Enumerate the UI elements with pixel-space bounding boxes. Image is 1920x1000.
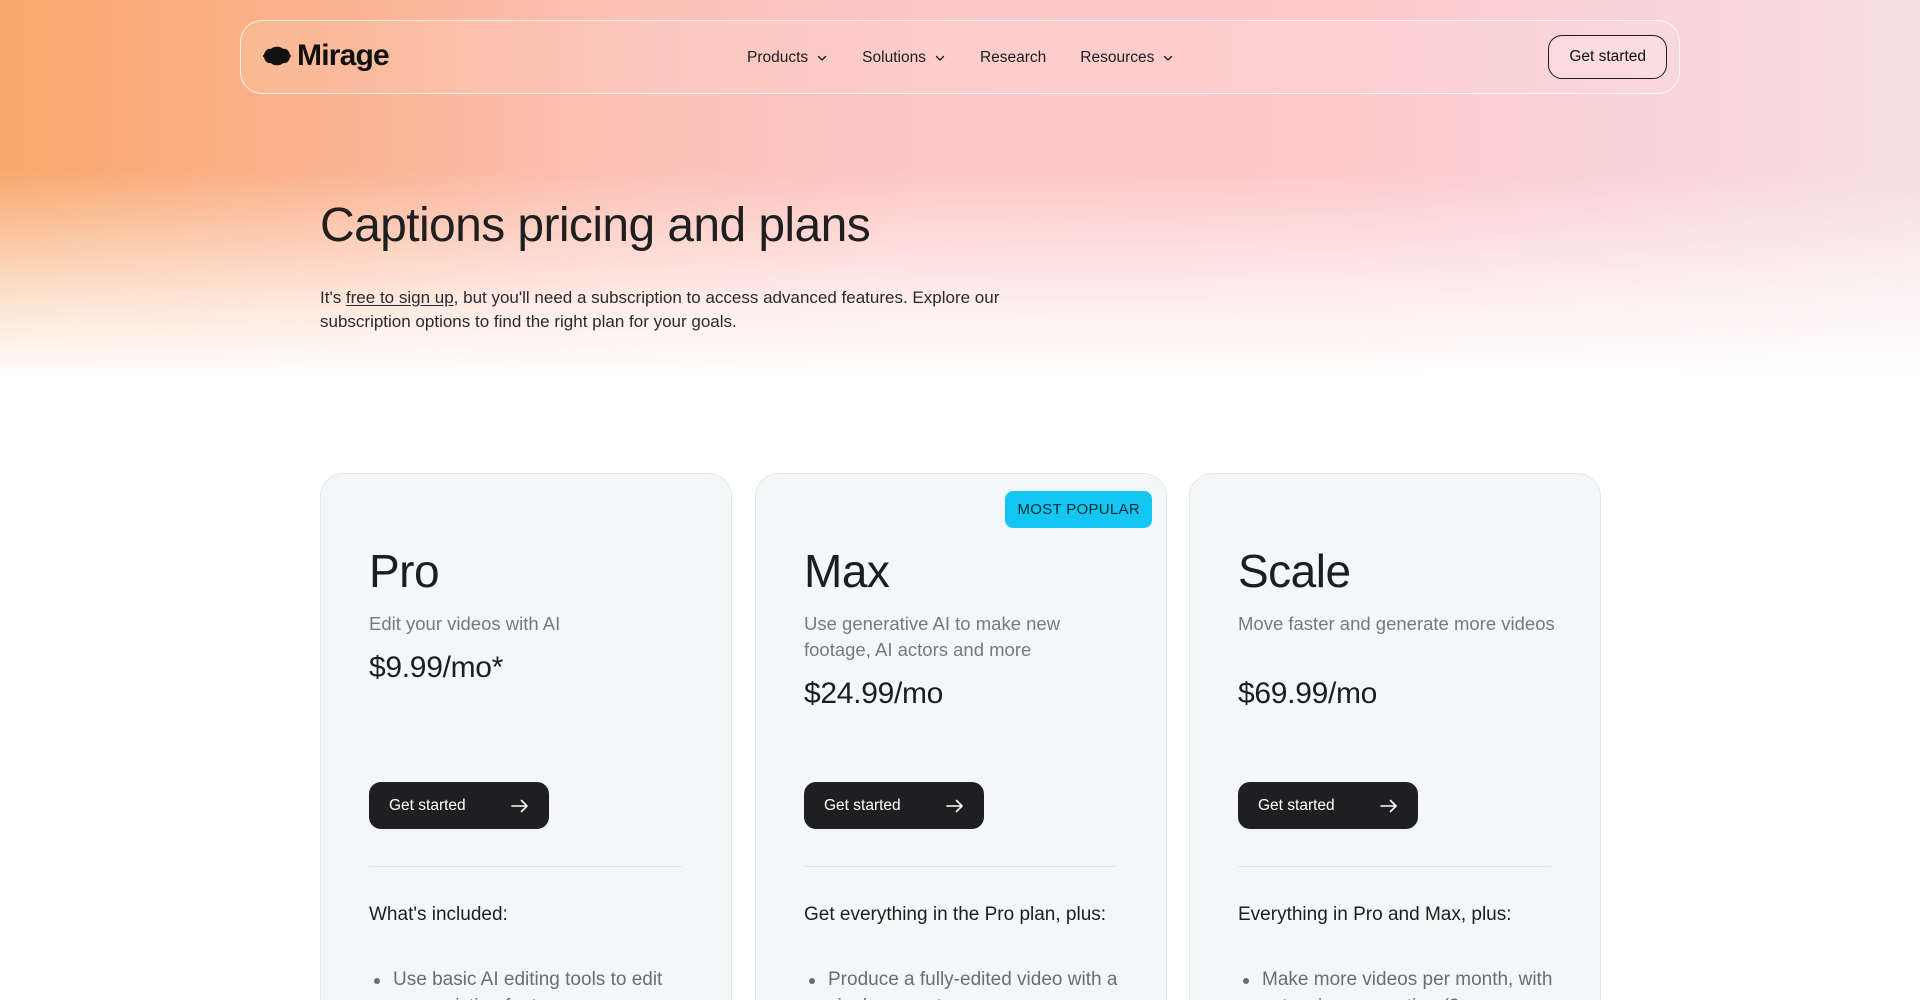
page-title: Captions pricing and plans [320, 199, 871, 252]
arrow-right-icon [1380, 799, 1397, 812]
plan-price: $9.99/mo* [369, 651, 504, 684]
get-started-button-pro[interactable]: Get started [369, 782, 549, 829]
subtitle-prefix: It's [320, 288, 346, 307]
included-title: What's included: [369, 904, 508, 925]
free-signup-link[interactable]: free to sign up [346, 288, 454, 307]
feature-item: Use basic AI editing tools to edit your … [369, 966, 689, 1000]
mirage-logo-icon [263, 46, 291, 66]
plan-description: Move faster and generate more videos [1238, 613, 1555, 634]
plan-card-max: MOST POPULAR Max Use generative AI to ma… [755, 473, 1167, 1000]
feature-item: Produce a fully-edited video with a sing… [804, 966, 1124, 1000]
nav-item-label: Research [979, 49, 1047, 66]
divider [369, 866, 682, 867]
nav-item-products[interactable]: Products [747, 49, 828, 67]
plan-name: Max [804, 545, 890, 597]
plan-card-pro: Pro Edit your videos with AI $9.99/mo* G… [320, 473, 732, 1000]
divider [804, 866, 1117, 867]
cta-label: Get started [389, 796, 466, 814]
plan-description: Edit your videos with AI [369, 613, 561, 634]
feature-list: Make more videos per month, with extensi… [1238, 966, 1558, 1000]
plan-name: Scale [1238, 545, 1351, 597]
nav-item-research[interactable]: Research [980, 49, 1046, 67]
most-popular-badge: MOST POPULAR [1005, 491, 1152, 528]
chevron-down-icon [1164, 55, 1173, 61]
nav-item-label: Resources [1080, 49, 1155, 66]
nav-item-solutions[interactable]: Solutions [862, 49, 946, 67]
nav-item-resources[interactable]: Resources [1080, 49, 1174, 67]
chevron-down-icon [935, 55, 945, 61]
plan-description: Use generative AI to make new footage, A… [804, 613, 1061, 660]
plan-name: Pro [369, 545, 440, 597]
nav-item-label: Products [747, 49, 809, 66]
feature-list: Produce a fully-edited video with a sing… [804, 966, 1124, 1000]
brand-logo[interactable]: Mirage [261, 39, 390, 73]
nav-item-label: Solutions [862, 49, 926, 66]
pricing-page: Mirage Products Solutions Research Resou… [0, 0, 1920, 1000]
arrow-right-icon [946, 799, 963, 812]
cta-label: Get started [1258, 796, 1335, 814]
plan-price: $24.99/mo [804, 677, 944, 710]
feature-item: Make more videos per month, with extensi… [1238, 966, 1558, 1000]
feature-list: Use basic AI editing tools to edit your … [369, 966, 689, 1000]
included-title: Get everything in the Pro plan, plus: [804, 904, 1107, 925]
divider [1238, 866, 1551, 867]
included-title: Everything in Pro and Max, plus: [1238, 904, 1512, 925]
get-started-button-scale[interactable]: Get started [1238, 782, 1418, 829]
cta-label: Get started [824, 796, 901, 814]
plan-price: $69.99/mo [1238, 677, 1378, 710]
plan-card-scale: Scale Move faster and generate more vide… [1189, 473, 1601, 1000]
page-subtitle: It's free to sign up, but you'll need a … [320, 286, 1040, 334]
nav-links: Products Solutions Research Resources [747, 21, 1208, 95]
arrow-right-icon [511, 799, 528, 812]
brand-name: Mirage [297, 39, 390, 72]
top-navigation: Mirage Products Solutions Research Resou… [240, 20, 1680, 94]
get-started-button-max[interactable]: Get started [804, 782, 984, 829]
nav-get-started-button[interactable]: Get started [1548, 35, 1667, 79]
chevron-down-icon [817, 55, 827, 61]
